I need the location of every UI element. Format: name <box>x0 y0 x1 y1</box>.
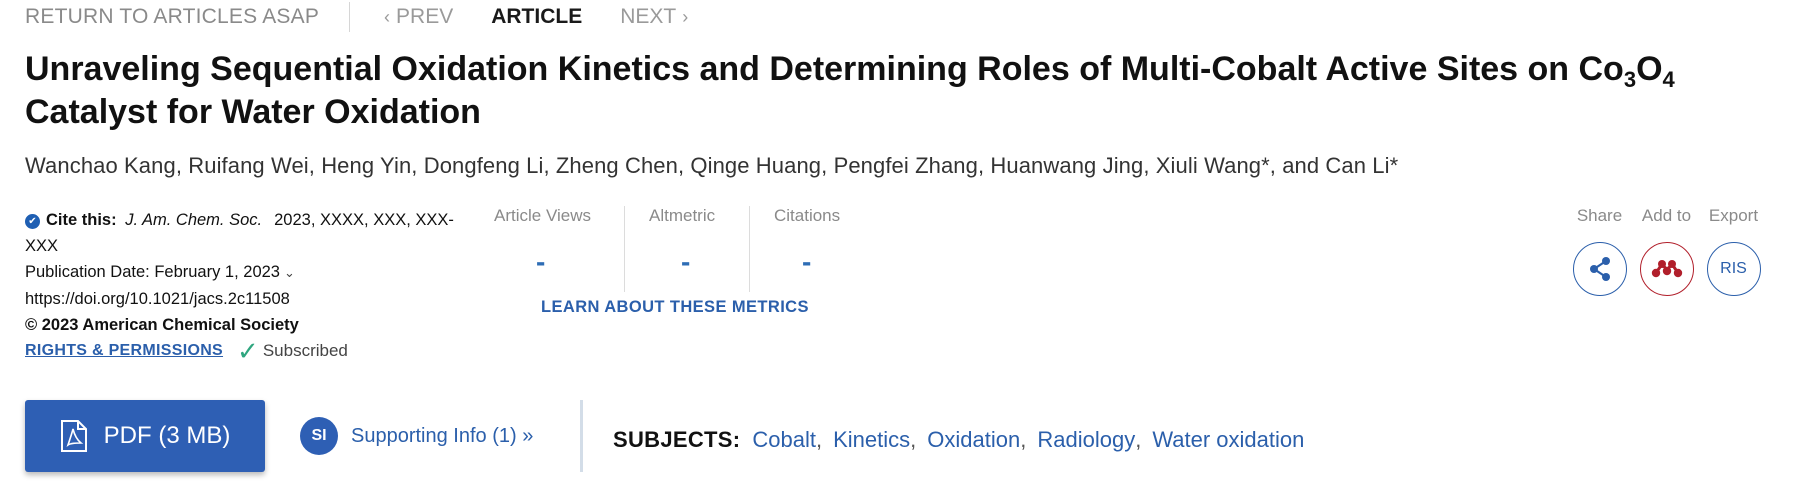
nav-divider <box>349 2 351 32</box>
subject-link-water-oxidation[interactable]: Water oxidation <box>1152 427 1304 453</box>
subject-link-cobalt[interactable]: Cobalt <box>752 427 816 453</box>
pdf-file-icon <box>60 419 88 453</box>
publication-date: Publication Date: February 1, 2023 <box>25 263 280 281</box>
subscribed-status: ✓ Subscribed <box>237 338 348 364</box>
prev-label: PREV <box>396 5 454 28</box>
subject-link-oxidation[interactable]: Oxidation <box>927 427 1020 453</box>
prev-article-link[interactable]: ‹ PREV <box>378 5 453 29</box>
citations-label: Citations <box>774 206 841 225</box>
title-part-2: O <box>1636 50 1663 88</box>
article-tools: Share Add to Export RIS <box>1566 206 1767 296</box>
section-divider <box>580 400 583 472</box>
export-label: Export <box>1708 206 1759 225</box>
subjects-label: SUBJECTS: <box>613 427 741 452</box>
altmetric-value: - <box>681 246 691 277</box>
ris-label: RIS <box>1720 260 1747 277</box>
pdf-button-label: PDF (3 MB) <box>103 422 231 449</box>
return-to-articles-link[interactable]: RETURN TO ARTICLES ASAP <box>25 5 319 29</box>
article-views-value: - <box>536 246 546 277</box>
check-circle-icon: ✔ <box>25 214 40 229</box>
citations-value: - <box>802 246 812 277</box>
subjects-row: SUBJECTS: Cobalt, Kinetics, Oxidation, R… <box>613 427 1304 453</box>
subject-separator: , <box>1020 427 1027 452</box>
metric-altmetric: Altmetric - <box>624 206 749 292</box>
title-subscript-1: 3 <box>1623 67 1637 92</box>
article-views-label: Article Views <box>494 206 591 225</box>
share-label: Share <box>1576 206 1623 225</box>
learn-about-metrics-link[interactable]: LEARN ABOUT THESE METRICS <box>541 298 809 317</box>
article-title: Unraveling Sequential Oxidation Kinetics… <box>25 48 1755 134</box>
publication-date-row[interactable]: Publication Date: February 1, 2023 ⌄ <box>25 259 475 286</box>
add-to-mendeley-button[interactable] <box>1639 242 1694 296</box>
next-article-link[interactable]: NEXT › <box>620 5 694 29</box>
chevron-left-icon: ‹ <box>384 6 391 27</box>
title-subscript-2: 4 <box>1662 67 1675 92</box>
subject-separator: , <box>815 427 823 452</box>
subscribed-label: Subscribed <box>262 341 348 360</box>
next-label: NEXT <box>620 5 677 28</box>
share-tool: Share <box>1566 206 1633 296</box>
altmetric-label: Altmetric <box>649 206 716 225</box>
rights-permissions-link[interactable]: RIGHTS & PERMISSIONS <box>25 338 223 364</box>
mendeley-icon <box>1651 260 1682 278</box>
checkmark-icon: ✓ <box>237 336 259 366</box>
export-ris-button[interactable]: RIS <box>1706 242 1761 296</box>
share-icon <box>1589 257 1610 281</box>
share-button[interactable] <box>1572 242 1627 296</box>
doi-link[interactable]: https://doi.org/10.1021/jacs.2c11508 <box>25 286 475 312</box>
si-badge-icon: SI <box>300 417 338 455</box>
chevron-down-icon[interactable]: ⌄ <box>284 265 295 280</box>
author-list[interactable]: Wanchao Kang, Ruifang Wei, Heng Yin, Don… <box>25 153 1398 179</box>
subject-link-radiology[interactable]: Radiology <box>1037 427 1135 453</box>
pdf-download-button[interactable]: PDF (3 MB) <box>25 400 265 472</box>
article-navigation: RETURN TO ARTICLES ASAP ‹ PREV ARTICLE N… <box>25 0 694 34</box>
title-part-3: Catalyst for Water Oxidation <box>25 93 481 131</box>
cite-this-line[interactable]: ✔ Cite this: J. Am. Chem. Soc. 2023, XXXX,… <box>25 207 475 233</box>
citation-reference-continued: XXX <box>25 237 59 255</box>
metric-article-views: Article Views - <box>474 206 624 292</box>
supporting-info-link[interactable]: SI Supporting Info (1) » <box>300 417 533 455</box>
add-to-tool: Add to <box>1633 206 1700 296</box>
citation-reference: 2023, XXXX, XXX, XXX- <box>274 211 454 229</box>
current-article-tab: ARTICLE <box>491 5 583 28</box>
add-to-label: Add to <box>1641 206 1692 225</box>
subject-link-kinetics[interactable]: Kinetics <box>833 427 910 453</box>
export-tool: Export RIS <box>1700 206 1767 296</box>
metric-citations: Citations - <box>749 206 869 292</box>
cite-this-label: Cite this: <box>46 211 117 229</box>
subject-separator: , <box>1135 427 1142 452</box>
copyright-notice: © 2023 American Chemical Society <box>25 316 299 334</box>
citation-block: ✔ Cite this: J. Am. Chem. Soc. 2023, XXXX,… <box>25 207 475 364</box>
supporting-info-label: Supporting Info (1) » <box>351 424 534 447</box>
rights-row: RIGHTS & PERMISSIONS ✓ Subscribed <box>25 338 475 364</box>
chevron-right-icon: › <box>682 6 689 27</box>
journal-name: J. Am. Chem. Soc. <box>125 211 263 229</box>
article-metrics: Article Views - Altmetric - Citations - <box>474 206 869 292</box>
title-part-1: Unraveling Sequential Oxidation Kinetics… <box>25 50 1624 88</box>
subject-separator: , <box>910 427 917 452</box>
